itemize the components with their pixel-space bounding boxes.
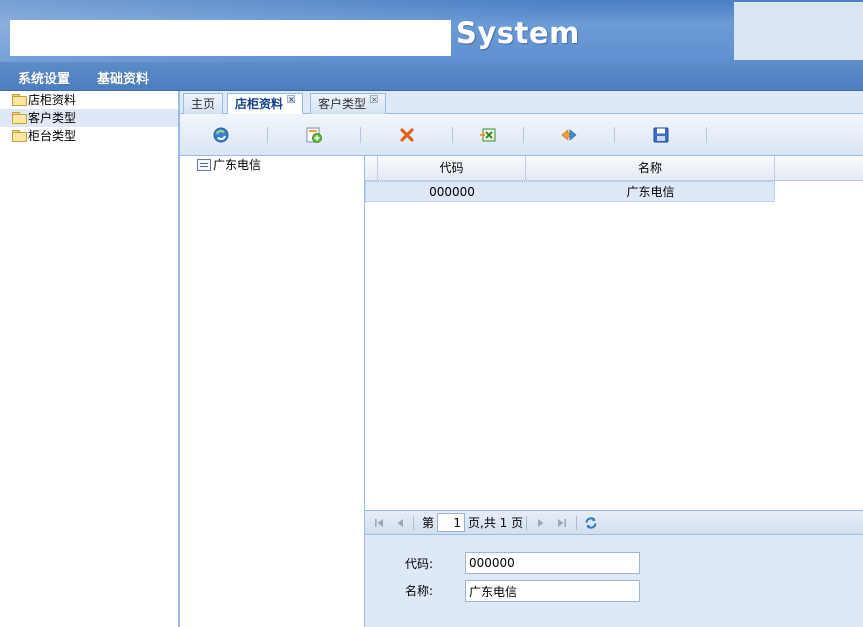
toolbar [180,114,863,156]
tab-close-icon[interactable]: × [370,95,379,104]
header-banner: System [0,0,863,62]
cell-code: 000000 [429,185,475,199]
org-tree-node-label: 广东电信 [213,158,262,172]
save-icon[interactable] [652,126,670,144]
sidebar-item-label: 客户类型 [28,111,77,125]
first-page-icon[interactable] [372,516,386,530]
org-tree-node[interactable]: 广东电信 [197,157,261,173]
toolbar-separator [614,127,615,143]
toolbar-separator [452,127,453,143]
pager-separator [526,516,527,530]
folder-icon [12,112,27,124]
sidebar-item-label: 柜台类型 [28,129,77,143]
tab-label: 客户类型 [318,97,367,111]
tab-strip: 主页 店柜资料 × 客户类型 × [180,91,863,115]
app-title: System [456,16,580,50]
code-field[interactable] [465,552,640,574]
add-icon[interactable] [305,126,323,144]
tab-close-icon[interactable]: × [287,95,296,104]
data-grid: 代码 名称 000000 广东电信 [365,156,863,510]
tab-customer-type[interactable]: 客户类型 × [310,93,387,114]
folder-icon [12,130,27,142]
prev-page-icon[interactable] [393,516,407,530]
toolbar-separator [523,127,524,143]
menu-system-settings[interactable]: 系统设置 [18,68,70,87]
code-label: 代码: [405,557,434,571]
delete-icon[interactable] [398,126,416,144]
menu-basic-data[interactable]: 基础资料 [97,68,149,87]
pager-separator [413,516,414,530]
sidebar-item-customer-type[interactable]: 客户类型 [0,109,178,127]
table-row[interactable]: 000000 广东电信 [365,181,775,202]
detail-form: 代码: 名称: [365,535,863,627]
name-field[interactable] [465,580,640,602]
pager-page-prefix: 第 [422,516,435,530]
sidebar-item-store-counter[interactable]: 店柜资料 [0,91,178,109]
column-header-name[interactable]: 名称 [526,156,775,181]
next-page-icon[interactable] [534,516,548,530]
page-number-input[interactable] [437,513,465,532]
banner-right-panel [734,2,863,60]
tab-store-counter[interactable]: 店柜资料 × [227,93,304,115]
column-header-code[interactable]: 代码 [378,156,526,181]
sidebar-item-counter-type[interactable]: 柜台类型 [0,127,178,145]
last-page-icon[interactable] [555,516,569,530]
toolbar-separator [706,127,707,143]
organization-tree: 广东电信 [180,156,365,627]
row-number-header [365,156,378,181]
tab-home[interactable]: 主页 [183,93,224,114]
tab-label: 店柜资料 [235,97,284,111]
name-label: 名称: [405,584,434,598]
toolbar-separator [267,127,268,143]
sidebar-item-label: 店柜资料 [28,93,77,107]
refresh-icon[interactable] [584,516,598,530]
pager-page-suffix: 页,共 1 页 [468,516,524,530]
toolbar-separator [360,127,361,143]
main-menu-bar: 系统设置 基础资料 [0,62,863,91]
pager-separator [576,516,577,530]
sidebar-tree: 店柜资料 客户类型 柜台类型 [0,91,180,627]
pagination-bar: 第 页,共 1 页 [365,510,863,535]
grid-header: 代码 名称 [365,156,863,181]
refresh-icon[interactable] [212,126,230,144]
edit-icon[interactable] [560,126,578,144]
cell-name: 广东电信 [626,185,675,199]
excel-export-icon[interactable] [479,126,497,144]
tab-label: 主页 [191,97,216,111]
logo-area [10,20,451,56]
document-icon [197,159,211,171]
folder-icon [12,94,27,106]
